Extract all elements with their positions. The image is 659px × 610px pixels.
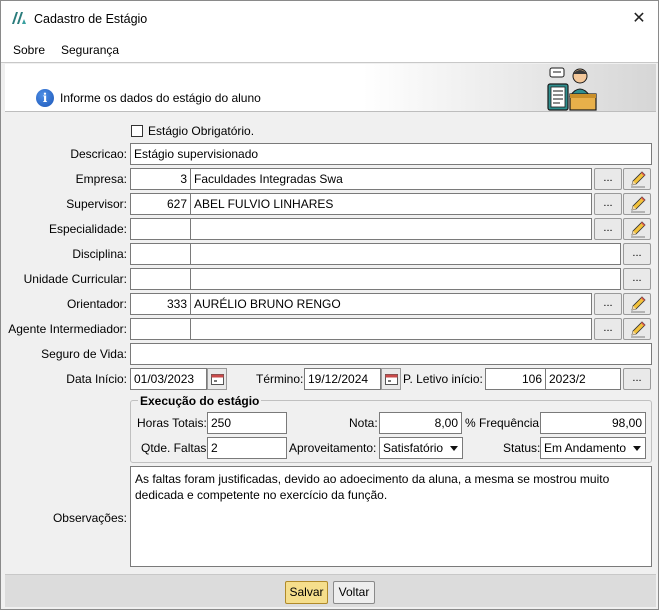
header-instruction: Informe os dados do estágio do aluno (60, 91, 261, 105)
observacoes-label: Observações: (52, 511, 127, 525)
data-inicio-input[interactable]: 01/03/2023 (130, 368, 207, 390)
orientador-lookup-button[interactable]: ... (594, 293, 622, 315)
supervisor-code-input[interactable]: 627 (130, 193, 191, 215)
periodo-code-input[interactable]: 106 (485, 368, 546, 390)
especialidade-edit-button[interactable] (623, 218, 651, 240)
chevron-down-icon (450, 446, 458, 451)
agente-lookup-button[interactable]: ... (594, 318, 622, 340)
orientador-label: Orientador: (66, 297, 127, 311)
descricao-input[interactable]: Estágio supervisionado (130, 143, 652, 165)
menu-bar: Sobre Segurança (1, 37, 658, 63)
horas-input[interactable]: 250 (207, 412, 287, 434)
termino-calendar-button[interactable] (381, 368, 401, 390)
unidade-name-input[interactable] (190, 268, 621, 290)
status-select[interactable]: Em Andamento (540, 437, 646, 459)
especialidade-label: Especialidade: (48, 222, 127, 236)
unidade-label: Unidade Curricular: (23, 272, 127, 286)
empresa-code-input[interactable]: 3 (130, 168, 191, 190)
supervisor-lookup-button[interactable]: ... (594, 193, 622, 215)
orientador-code-input[interactable]: 333 (130, 293, 191, 315)
disciplina-code-input[interactable] (130, 243, 191, 265)
horas-label: Horas Totais: (137, 416, 207, 430)
seguro-label: Seguro de Vida: (41, 347, 127, 361)
seguro-input[interactable] (130, 343, 652, 365)
orientador-name-input[interactable]: AURÉLIO BRUNO RENGO (190, 293, 592, 315)
nota-input[interactable]: 8,00 (379, 412, 462, 434)
aproveitamento-label: Aproveitamento: (289, 441, 377, 455)
unidade-lookup-button[interactable]: ... (623, 268, 651, 290)
empresa-lookup-button[interactable]: ... (594, 168, 622, 190)
nota-label: Nota: (349, 416, 378, 430)
pencil-icon (631, 321, 646, 338)
data-inicio-label: Data Início: (66, 372, 127, 386)
pencil-icon (631, 171, 646, 188)
aproveitamento-select[interactable]: Satisfatório (379, 437, 463, 459)
save-button[interactable]: Salvar (285, 581, 328, 604)
status-label: Status: (503, 441, 541, 455)
info-icon: i (36, 89, 54, 107)
disciplina-label: Disciplina: (72, 247, 127, 261)
frequencia-input[interactable]: 98,00 (540, 412, 646, 434)
pencil-icon (631, 296, 646, 313)
header-panel: i Informe os dados do estágio do aluno (5, 64, 656, 112)
faltas-input[interactable]: 2 (207, 437, 287, 459)
supervisor-edit-button[interactable] (623, 193, 651, 215)
obrigatorio-label: Estágio Obrigatório. (148, 124, 255, 138)
menu-sobre[interactable]: Sobre (13, 43, 45, 57)
agente-label: Agente Intermediador: (8, 322, 127, 336)
close-icon[interactable]: ✕ (628, 8, 650, 30)
status-value: Em Andamento (544, 441, 627, 455)
empresa-edit-button[interactable] (623, 168, 651, 190)
disciplina-lookup-button[interactable]: ... (623, 243, 651, 265)
empresa-name-input[interactable]: Faculdades Integradas Swa (190, 168, 592, 190)
orientador-edit-button[interactable] (623, 293, 651, 315)
data-inicio-calendar-button[interactable] (207, 368, 227, 390)
app-logo-icon (12, 12, 26, 24)
especialidade-code-input[interactable] (130, 218, 191, 240)
observacoes-textarea[interactable]: As faltas foram justificadas, devido ao … (130, 466, 652, 567)
calendar-icon (385, 374, 398, 385)
supervisor-label: Supervisor: (66, 197, 127, 211)
disciplina-name-input[interactable] (190, 243, 621, 265)
agente-code-input[interactable] (130, 318, 191, 340)
periodo-value-input[interactable]: 2023/2 (545, 368, 621, 390)
title-bar: Cadastro de Estágio ✕ (1, 1, 658, 37)
execucao-title: Execução do estágio (138, 394, 262, 408)
empresa-label: Empresa: (75, 172, 127, 186)
teacher-illustration-icon (547, 67, 597, 111)
frequencia-label: % Frequência: (465, 416, 543, 430)
footer-bar (5, 574, 656, 607)
periodo-lookup-button[interactable]: ... (623, 368, 651, 390)
periodo-label: P. Letivo início: (403, 372, 483, 386)
chevron-down-icon (633, 446, 641, 451)
obrigatorio-checkbox[interactable] (131, 125, 143, 137)
especialidade-lookup-button[interactable]: ... (594, 218, 622, 240)
especialidade-name-input[interactable] (190, 218, 592, 240)
agente-name-input[interactable] (190, 318, 592, 340)
aproveitamento-value: Satisfatório (383, 441, 444, 455)
unidade-code-input[interactable] (130, 268, 191, 290)
agente-edit-button[interactable] (623, 318, 651, 340)
menu-seguranca[interactable]: Segurança (61, 43, 119, 57)
window-title: Cadastro de Estágio (34, 12, 148, 26)
back-button[interactable]: Voltar (333, 581, 375, 604)
dialog-window: Cadastro de Estágio ✕ Sobre Segurança i … (0, 0, 659, 610)
descricao-label: Descricao: (70, 147, 127, 161)
supervisor-name-input[interactable]: ABEL FULVIO LINHARES (190, 193, 592, 215)
faltas-label: Qtde. Faltas: (141, 441, 210, 455)
pencil-icon (631, 196, 646, 213)
pencil-icon (631, 221, 646, 238)
termino-label: Término: (256, 372, 304, 386)
termino-input[interactable]: 19/12/2024 (304, 368, 381, 390)
calendar-icon (211, 374, 224, 385)
